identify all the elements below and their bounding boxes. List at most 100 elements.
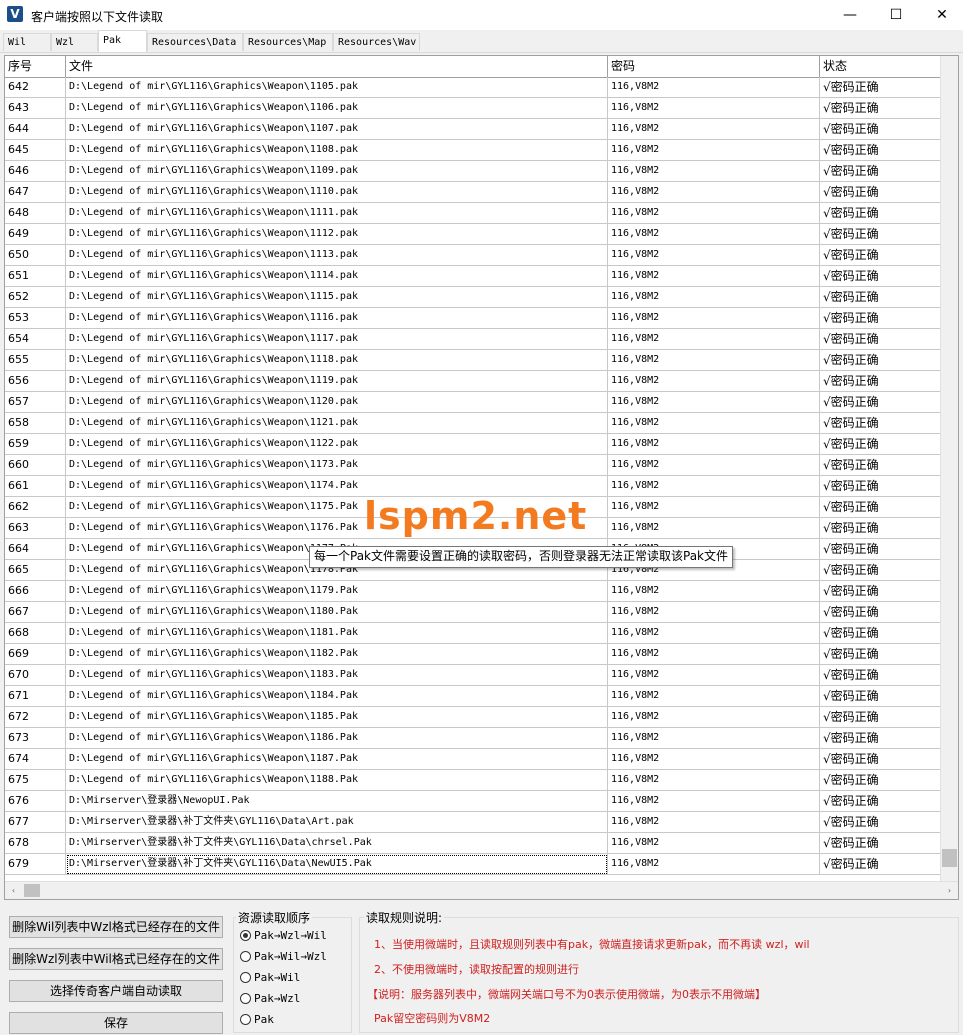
cell-password[interactable]: 116,V8M2	[608, 665, 820, 686]
header-password[interactable]: 密码	[608, 56, 820, 77]
table-row[interactable]: 675 D:\Legend of mir\GYL116\Graphics\Weap…	[5, 770, 943, 791]
cell-password[interactable]: 116,V8M2	[608, 812, 820, 833]
cell-password[interactable]: 116,V8M2	[608, 287, 820, 308]
delete-wil-button[interactable]: 删除Wil列表中Wzl格式已经存在的文件	[9, 916, 223, 938]
table-row[interactable]: 667 D:\Legend of mir\GYL116\Graphics\Weap…	[5, 602, 943, 623]
cell-file[interactable]: D:\Legend of mir\GYL116\Graphics\Weapon\…	[66, 224, 608, 245]
delete-wzl-button[interactable]: 删除Wzl列表中Wil格式已经存在的文件	[9, 948, 223, 970]
table-row[interactable]: 643 D:\Legend of mir\GYL116\Graphics\Weap…	[5, 98, 943, 119]
tab-resources-data[interactable]: Resources\Data	[147, 33, 243, 51]
cell-password[interactable]: 116,V8M2	[608, 434, 820, 455]
cell-password[interactable]: 116,V8M2	[608, 392, 820, 413]
cell-file[interactable]: D:\Mirserver\登录器\NewopUI.Pak	[66, 791, 608, 812]
read-order-option[interactable]: Pak	[240, 1011, 274, 1029]
cell-file[interactable]: D:\Mirserver\登录器\补丁文件夹\GYL116\Data\chrse…	[66, 833, 608, 854]
close-button[interactable]: ✕	[919, 0, 963, 30]
cell-password[interactable]: 116,V8M2	[608, 707, 820, 728]
table-row[interactable]: 649 D:\Legend of mir\GYL116\Graphics\Weap…	[5, 224, 943, 245]
cell-password[interactable]: 116,V8M2	[608, 266, 820, 287]
minimize-button[interactable]: —	[827, 0, 873, 30]
cell-password[interactable]: 116,V8M2	[608, 245, 820, 266]
cell-password[interactable]: 116,V8M2	[608, 140, 820, 161]
cell-file[interactable]: D:\Mirserver\登录器\补丁文件夹\GYL116\Data\NewUI…	[66, 854, 608, 875]
cell-file[interactable]: D:\Legend of mir\GYL116\Graphics\Weapon\…	[66, 623, 608, 644]
cell-password[interactable]: 116,V8M2	[608, 728, 820, 749]
cell-file[interactable]: D:\Legend of mir\GYL116\Graphics\Weapon\…	[66, 329, 608, 350]
table-row[interactable]: 666 D:\Legend of mir\GYL116\Graphics\Weap…	[5, 581, 943, 602]
cell-password[interactable]: 116,V8M2	[608, 518, 820, 539]
table-row[interactable]: 648 D:\Legend of mir\GYL116\Graphics\Weap…	[5, 203, 943, 224]
table-row[interactable]: 656 D:\Legend of mir\GYL116\Graphics\Weap…	[5, 371, 943, 392]
table-row[interactable]: 653 D:\Legend of mir\GYL116\Graphics\Weap…	[5, 308, 943, 329]
cell-file[interactable]: D:\Legend of mir\GYL116\Graphics\Weapon\…	[66, 161, 608, 182]
cell-password[interactable]: 116,V8M2	[608, 98, 820, 119]
cell-password[interactable]: 116,V8M2	[608, 602, 820, 623]
table-row[interactable]: 654 D:\Legend of mir\GYL116\Graphics\Weap…	[5, 329, 943, 350]
cell-file[interactable]: D:\Legend of mir\GYL116\Graphics\Weapon\…	[66, 434, 608, 455]
scroll-left-arrow[interactable]: ‹	[5, 882, 22, 899]
cell-password[interactable]: 116,V8M2	[608, 77, 820, 98]
cell-file[interactable]: D:\Legend of mir\GYL116\Graphics\Weapon\…	[66, 350, 608, 371]
table-row[interactable]: 668 D:\Legend of mir\GYL116\Graphics\Weap…	[5, 623, 943, 644]
cell-password[interactable]: 116,V8M2	[608, 686, 820, 707]
cell-file[interactable]: D:\Legend of mir\GYL116\Graphics\Weapon\…	[66, 455, 608, 476]
read-order-option[interactable]: Pak→Wil→Wzl	[240, 948, 327, 966]
cell-password[interactable]: 116,V8M2	[608, 161, 820, 182]
vertical-scrollbar[interactable]	[940, 56, 958, 882]
maximize-button[interactable]: ☐	[873, 0, 919, 30]
table-row[interactable]: 678 D:\Mirserver\登录器\补丁文件夹\GYL116\Data\ch…	[5, 833, 943, 854]
table-row[interactable]: 669 D:\Legend of mir\GYL116\Graphics\Weap…	[5, 644, 943, 665]
cell-file[interactable]: D:\Legend of mir\GYL116\Graphics\Weapon\…	[66, 686, 608, 707]
header-index[interactable]: 序号	[5, 56, 66, 77]
tab-pak[interactable]: Pak	[98, 30, 147, 52]
table-row[interactable]: 645 D:\Legend of mir\GYL116\Graphics\Weap…	[5, 140, 943, 161]
cell-file[interactable]: D:\Legend of mir\GYL116\Graphics\Weapon\…	[66, 77, 608, 98]
header-status[interactable]: 状态	[820, 56, 943, 77]
cell-file[interactable]: D:\Legend of mir\GYL116\Graphics\Weapon\…	[66, 707, 608, 728]
table-row[interactable]: 659 D:\Legend of mir\GYL116\Graphics\Weap…	[5, 434, 943, 455]
cell-file[interactable]: D:\Legend of mir\GYL116\Graphics\Weapon\…	[66, 287, 608, 308]
read-order-option[interactable]: Pak→Wzl	[240, 990, 300, 1008]
table-row[interactable]: 655 D:\Legend of mir\GYL116\Graphics\Weap…	[5, 350, 943, 371]
scroll-right-arrow[interactable]: ›	[941, 882, 958, 899]
cell-file[interactable]: D:\Legend of mir\GYL116\Graphics\Weapon\…	[66, 665, 608, 686]
table-row[interactable]: 647 D:\Legend of mir\GYL116\Graphics\Weap…	[5, 182, 943, 203]
vertical-scroll-thumb[interactable]	[942, 849, 957, 867]
cell-file[interactable]: D:\Legend of mir\GYL116\Graphics\Weapon\…	[66, 266, 608, 287]
cell-password[interactable]: 116,V8M2	[608, 644, 820, 665]
cell-file[interactable]: D:\Legend of mir\GYL116\Graphics\Weapon\…	[66, 182, 608, 203]
tab-wil[interactable]: Wil	[3, 33, 51, 51]
cell-password[interactable]: 116,V8M2	[608, 329, 820, 350]
cell-password[interactable]: 116,V8M2	[608, 476, 820, 497]
cell-file[interactable]: D:\Legend of mir\GYL116\Graphics\Weapon\…	[66, 392, 608, 413]
save-button[interactable]: 保存	[9, 1012, 223, 1034]
table-row[interactable]: 674 D:\Legend of mir\GYL116\Graphics\Weap…	[5, 749, 943, 770]
header-file[interactable]: 文件	[66, 56, 608, 77]
cell-password[interactable]: 116,V8M2	[608, 182, 820, 203]
cell-password[interactable]: 116,V8M2	[608, 413, 820, 434]
table-row[interactable]: 657 D:\Legend of mir\GYL116\Graphics\Weap…	[5, 392, 943, 413]
pak-file-grid[interactable]: 序号 文件 密码 状态 642 D:\Legend of mir\GYL116\G…	[4, 55, 959, 900]
tab-wzl[interactable]: Wzl	[51, 33, 98, 51]
table-row[interactable]: 676 D:\Mirserver\登录器\NewopUI.Pak 116,V8M2 √…	[5, 791, 943, 812]
table-row[interactable]: 652 D:\Legend of mir\GYL116\Graphics\Weap…	[5, 287, 943, 308]
cell-password[interactable]: 116,V8M2	[608, 623, 820, 644]
cell-file[interactable]: D:\Legend of mir\GYL116\Graphics\Weapon\…	[66, 371, 608, 392]
horizontal-scroll-thumb[interactable]	[24, 884, 40, 897]
cell-password[interactable]: 116,V8M2	[608, 119, 820, 140]
cell-file[interactable]: D:\Legend of mir\GYL116\Graphics\Weapon\…	[66, 770, 608, 791]
cell-file[interactable]: D:\Legend of mir\GYL116\Graphics\Weapon\…	[66, 413, 608, 434]
table-row[interactable]: 673 D:\Legend of mir\GYL116\Graphics\Weap…	[5, 728, 943, 749]
table-row[interactable]: 644 D:\Legend of mir\GYL116\Graphics\Weap…	[5, 119, 943, 140]
table-row[interactable]: 650 D:\Legend of mir\GYL116\Graphics\Weap…	[5, 245, 943, 266]
cell-password[interactable]: 116,V8M2	[608, 854, 820, 875]
cell-file[interactable]: D:\Legend of mir\GYL116\Graphics\Weapon\…	[66, 602, 608, 623]
table-row[interactable]: 651 D:\Legend of mir\GYL116\Graphics\Weap…	[5, 266, 943, 287]
table-row[interactable]: 672 D:\Legend of mir\GYL116\Graphics\Weap…	[5, 707, 943, 728]
cell-password[interactable]: 116,V8M2	[608, 203, 820, 224]
table-row[interactable]: 671 D:\Legend of mir\GYL116\Graphics\Weap…	[5, 686, 943, 707]
auto-read-button[interactable]: 选择传奇客户端自动读取	[9, 980, 223, 1002]
cell-file[interactable]: D:\Legend of mir\GYL116\Graphics\Weapon\…	[66, 98, 608, 119]
table-row[interactable]: 660 D:\Legend of mir\GYL116\Graphics\Weap…	[5, 455, 943, 476]
read-order-option[interactable]: Pak→Wil	[240, 969, 300, 987]
